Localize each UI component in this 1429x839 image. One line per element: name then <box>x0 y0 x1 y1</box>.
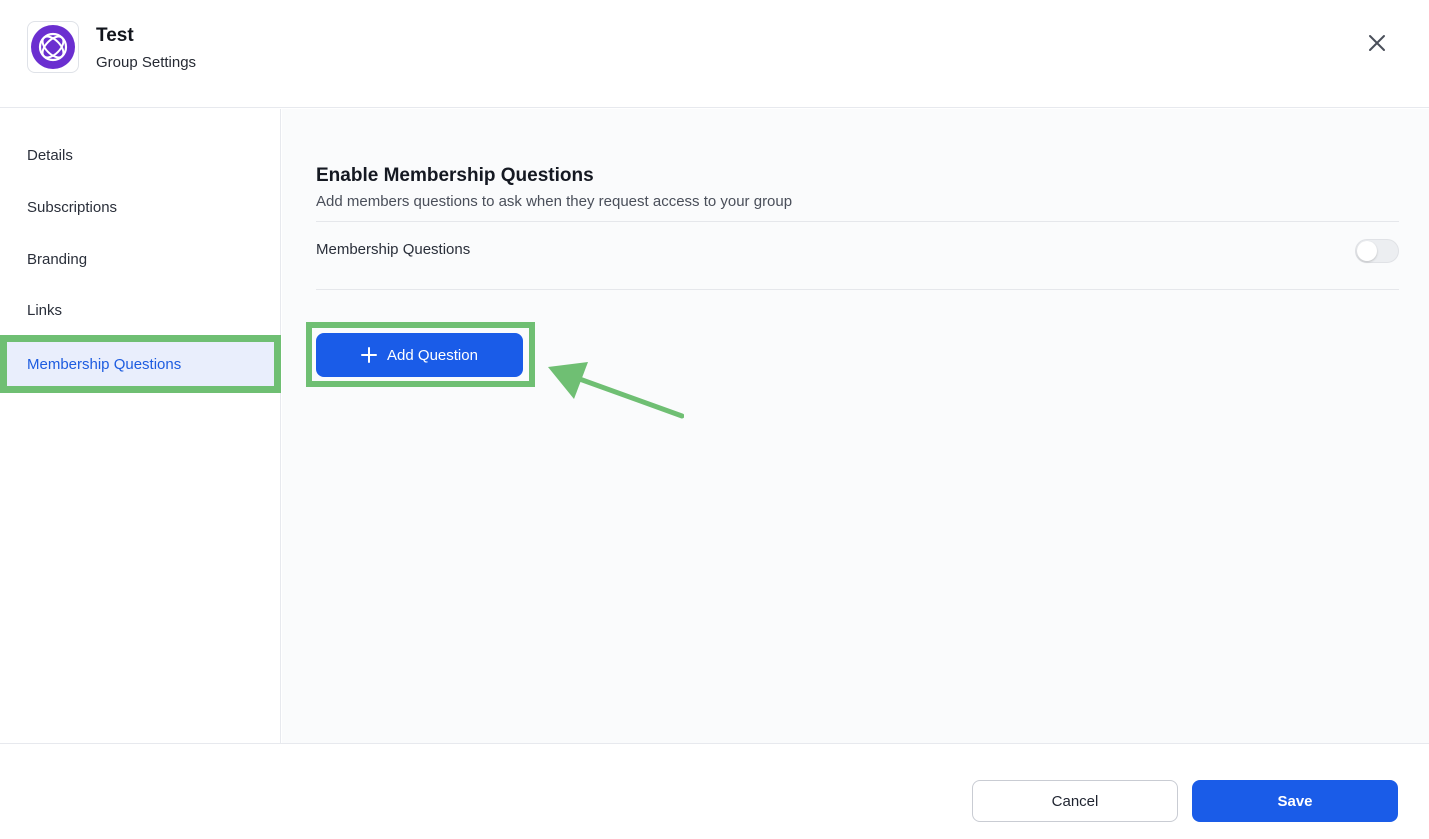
toggle-knob <box>1357 241 1377 261</box>
modal-footer: Cancel Save <box>0 743 1429 839</box>
group-logo <box>27 21 79 73</box>
sidebar-item-label: Branding <box>27 250 88 268</box>
divider <box>316 221 1399 222</box>
add-question-button[interactable]: Add Question <box>316 333 523 377</box>
group-logo-icon <box>31 25 75 69</box>
sidebar-item-details[interactable]: Details <box>0 135 281 175</box>
settings-sidebar: Details Subscriptions Branding Links Mem… <box>0 109 281 743</box>
section-title: Enable Membership Questions <box>316 165 594 186</box>
sidebar-item-label: Details <box>27 146 73 164</box>
plus-icon <box>361 347 378 363</box>
group-title: Test <box>96 25 134 46</box>
modal-header: Test Group Settings <box>0 0 1429 108</box>
close-icon <box>1369 35 1385 51</box>
sidebar-item-branding[interactable]: Branding <box>0 239 281 279</box>
arrow-pointer-icon <box>548 362 684 419</box>
page-subtitle: Group Settings <box>96 54 197 71</box>
cancel-button[interactable]: Cancel <box>972 780 1178 822</box>
add-question-label: Add Question <box>387 346 478 364</box>
main-content: Enable Membership Questions Add members … <box>282 109 1429 743</box>
sidebar-item-label: Membership Questions <box>27 355 182 373</box>
divider <box>316 289 1399 290</box>
sidebar-item-label: Links <box>27 301 63 319</box>
sidebar-item-subscriptions[interactable]: Subscriptions <box>0 187 281 227</box>
toggle-label: Membership Questions <box>316 241 471 258</box>
membership-questions-toggle[interactable] <box>1355 239 1399 263</box>
sidebar-item-links[interactable]: Links <box>0 290 281 330</box>
sidebar-item-label: Subscriptions <box>27 198 118 216</box>
section-description: Add members questions to ask when they r… <box>316 193 793 210</box>
close-button[interactable] <box>1364 30 1390 56</box>
sidebar-item-membership-questions[interactable]: Membership Questions <box>0 335 281 393</box>
save-button[interactable]: Save <box>1192 780 1398 822</box>
